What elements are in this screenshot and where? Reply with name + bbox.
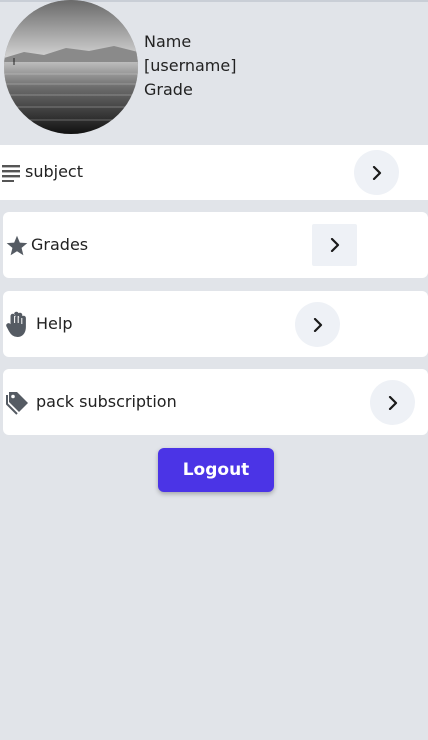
pack-subscription-chevron-button[interactable] xyxy=(370,380,415,425)
menu-item-help[interactable]: Help xyxy=(3,291,428,357)
grades-chevron-button[interactable] xyxy=(312,224,357,266)
tag-icon xyxy=(5,388,31,416)
avatar xyxy=(4,0,138,134)
avatar-image xyxy=(4,0,138,134)
chevron-right-icon xyxy=(388,395,397,410)
menu-item-label: subject xyxy=(25,162,83,181)
menu-item-pack-subscription[interactable]: pack subscription xyxy=(3,369,428,435)
menu-item-label: pack subscription xyxy=(36,392,177,411)
hand-icon xyxy=(5,310,31,338)
profile-name-label: Name xyxy=(144,32,192,51)
chevron-right-icon xyxy=(330,238,339,252)
profile-grade-label: Grade xyxy=(144,80,193,99)
profile-username: [username] xyxy=(144,56,237,75)
subject-chevron-button[interactable] xyxy=(354,150,399,195)
list-lines-icon xyxy=(0,162,22,184)
profile-info: Name [username] Grade xyxy=(144,30,236,102)
menu-item-label: Help xyxy=(36,314,73,333)
menu-item-label: Grades xyxy=(31,235,89,254)
logout-button[interactable]: Logout xyxy=(158,448,274,492)
help-chevron-button[interactable] xyxy=(295,302,340,347)
chevron-right-icon xyxy=(313,317,322,332)
menu-item-grades[interactable]: Grades xyxy=(3,212,428,278)
profile-header: Name [username] Grade xyxy=(4,0,428,138)
menu-item-subject[interactable]: subject xyxy=(0,145,428,200)
star-icon xyxy=(5,234,29,256)
chevron-right-icon xyxy=(372,165,381,180)
